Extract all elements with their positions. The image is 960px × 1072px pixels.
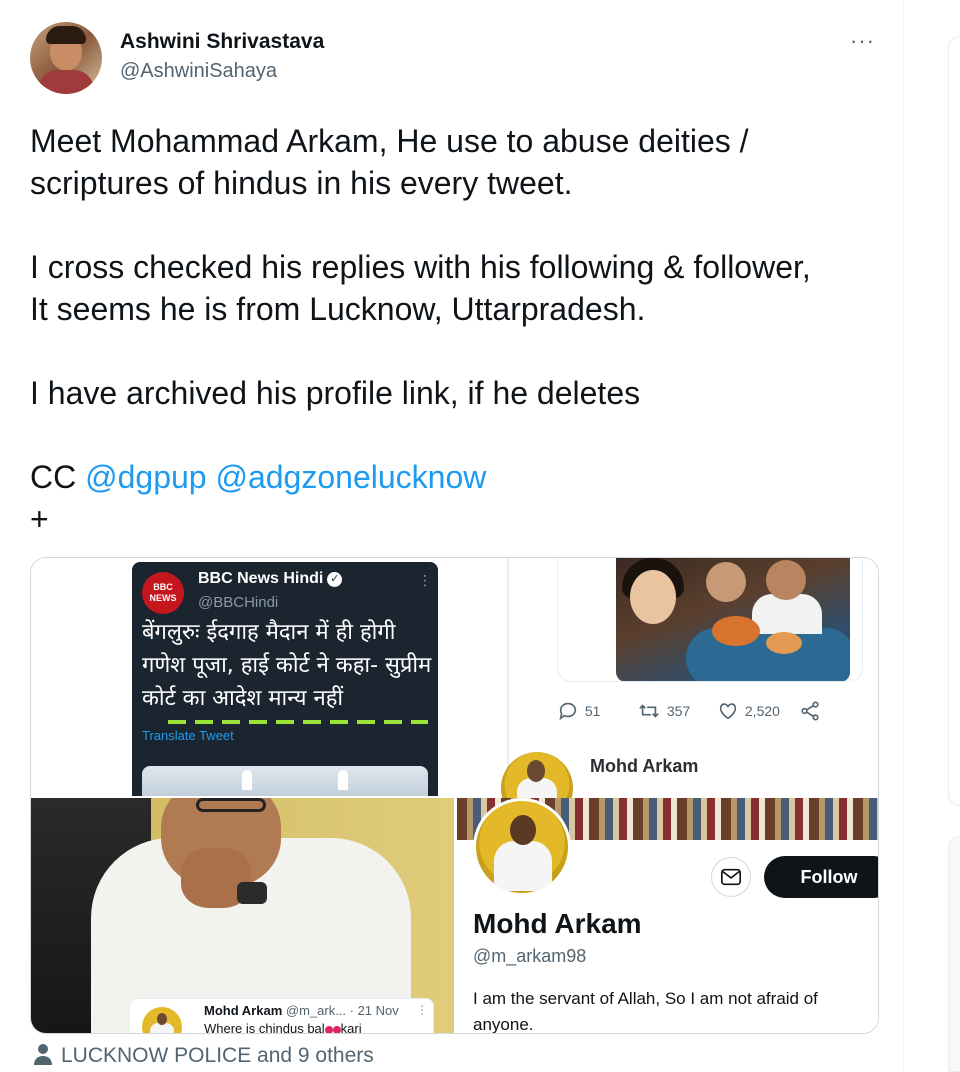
author-handle[interactable]: @AshwiniSahaya bbox=[120, 60, 277, 83]
mention-dgpup[interactable]: @dgpup bbox=[85, 459, 206, 495]
media-image-profile[interactable]: Follow Mohd Arkam @m_arkam98 I am the se… bbox=[457, 798, 878, 1034]
retweet-icon bbox=[639, 704, 659, 718]
verified-badge-icon: ✓ bbox=[327, 572, 343, 587]
tweet-line: I cross checked his replies with his fol… bbox=[30, 249, 811, 285]
tweet-text: Meet Mohammad Arkam, He use to abuse dei… bbox=[30, 120, 890, 540]
embedded-avatar bbox=[142, 1007, 182, 1033]
group-photo bbox=[616, 558, 850, 681]
liked-by[interactable]: LUCKNOW POLICE and 9 others bbox=[33, 1043, 374, 1068]
tweet-line: scriptures of hindus in his every tweet. bbox=[30, 165, 573, 201]
profile-handle: @m_arkam98 bbox=[473, 946, 587, 966]
tweet-line: I have archived his profile link, if he … bbox=[30, 375, 641, 411]
embedded-reply-text: Where is chindus bal kari bbox=[204, 1021, 362, 1034]
follow-button: Follow bbox=[764, 856, 878, 898]
tweet-line: Meet Mohammad Arkam, He use to abuse dei… bbox=[30, 123, 749, 159]
bbc-thumbnail bbox=[142, 766, 428, 796]
reply-action: 51 bbox=[557, 698, 600, 722]
liked-by-text[interactable]: LUCKNOW POLICE and 9 others bbox=[61, 1044, 374, 1067]
mention-adgzonelucknow[interactable]: @adgzonelucknow bbox=[215, 459, 486, 495]
like-action: 2,520 bbox=[717, 698, 780, 722]
embedded-reply-header: Mohd Arkam @m_ark... · 21 Nov bbox=[204, 1003, 399, 1018]
profile-bio: I am the servant of Allah, So I am not a… bbox=[473, 989, 818, 1034]
media-grid: BBC NEWS BBC News Hindi ✓ @BBCHindi ⋮ बेंग… bbox=[30, 557, 879, 1034]
bbc-headline: बेंगलुरुः ईदगाह मैदान में ही होगी गणेश प… bbox=[142, 620, 432, 711]
media-image-portrait[interactable]: Mohd Arkam @m_ark... · 21 Nov ⋮ Where is… bbox=[31, 798, 454, 1034]
share-icon bbox=[801, 701, 819, 721]
heart-icon bbox=[719, 703, 737, 720]
person-icon bbox=[34, 1044, 52, 1065]
retweet-count: 357 bbox=[666, 703, 691, 720]
cc-line: CC @dgpup @adgzonelucknow bbox=[30, 456, 890, 498]
cc-prefix: CC bbox=[30, 459, 86, 495]
tweet-line: It seems he is from Lucknow, Uttarprades… bbox=[30, 291, 646, 327]
mini-profile-name: Mohd Arkam bbox=[590, 756, 699, 776]
media-image-tweet[interactable]: 51 357 2,520 Mohd Arkam bbox=[457, 558, 878, 824]
like-count: 2,520 bbox=[744, 703, 780, 720]
media-image-bbc[interactable]: BBC NEWS BBC News Hindi ✓ @BBCHindi ⋮ बेंग… bbox=[31, 558, 454, 796]
profile-name: Mohd Arkam bbox=[473, 908, 642, 939]
author-avatar[interactable] bbox=[30, 22, 102, 94]
photo-frame bbox=[557, 558, 863, 682]
tweet-actions: 51 357 2,520 bbox=[557, 698, 857, 722]
author-name[interactable]: Ashwini Shrivastava bbox=[120, 30, 324, 54]
mini-profile: Mohd Arkam ⋮ bbox=[497, 750, 878, 824]
tweet-card: Ashwini Shrivastava @AshwiniSahaya ··· M… bbox=[0, 0, 904, 1072]
reply-icon bbox=[559, 703, 577, 721]
bbc-name: BBC News Hindi ✓ bbox=[198, 570, 343, 588]
highlight-dashes bbox=[168, 720, 428, 724]
share-action bbox=[799, 698, 821, 722]
sidebar-panel bbox=[948, 36, 960, 806]
message-button bbox=[711, 857, 751, 897]
embedded-more-icon: ⋮ bbox=[416, 1003, 428, 1017]
mail-icon bbox=[721, 868, 741, 886]
mini-more-icon: ⋮ bbox=[875, 756, 878, 773]
translate-tweet-link: Translate Tweet bbox=[142, 728, 234, 743]
more-options-icon[interactable]: ··· bbox=[850, 28, 875, 54]
reply-count: 51 bbox=[584, 703, 601, 720]
bbc-more-icon: ⋮ bbox=[418, 572, 432, 588]
retweet-action: 357 bbox=[637, 698, 690, 722]
plus-sign: + bbox=[30, 501, 49, 537]
bbc-handle: @BBCHindi bbox=[198, 594, 279, 611]
profile-avatar bbox=[473, 798, 571, 896]
embedded-reply: Mohd Arkam @m_ark... · 21 Nov ⋮ Where is… bbox=[129, 998, 434, 1034]
bbc-logo: BBC NEWS bbox=[142, 572, 184, 614]
bbc-tweet-screenshot: BBC NEWS BBC News Hindi ✓ @BBCHindi ⋮ बेंग… bbox=[132, 562, 438, 796]
sidebar-panel-lower bbox=[948, 836, 960, 1072]
